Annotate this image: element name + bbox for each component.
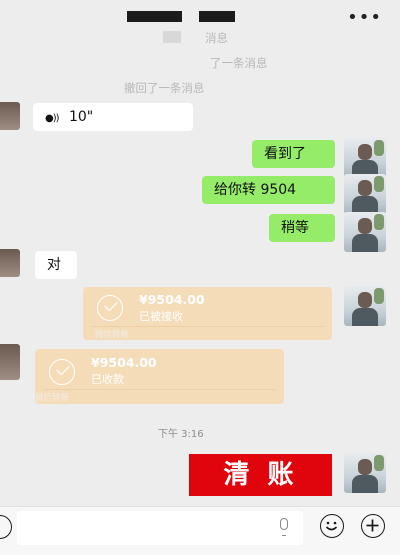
recall-notice-2: 了一条消息 <box>210 56 268 70</box>
avatar-bg <box>374 288 384 304</box>
more-options-icon[interactable]: ••• <box>347 7 382 28</box>
chat-subtitle-redacted <box>199 11 235 22</box>
transfer-card-collected[interactable]: ¥9504.00 已收款 微信转账 <box>35 349 284 404</box>
my-message-saw-it[interactable]: 看到了 <box>252 140 335 168</box>
plus-glyph <box>366 519 379 532</box>
transfer-footer: 微信转账 <box>35 393 70 403</box>
avatar-face <box>358 459 372 475</box>
my-message-transfer[interactable]: 给你转 9504 <box>202 176 335 204</box>
microphone-icon[interactable] <box>280 518 288 530</box>
voice-duration: 10" <box>68 109 94 125</box>
avatar-face <box>358 218 372 234</box>
peer-avatar[interactable] <box>0 344 20 380</box>
smiley-icon[interactable] <box>320 514 344 538</box>
sticker-image[interactable]: 清账 <box>189 454 332 496</box>
avatar-shirt <box>352 308 378 326</box>
voice-message-bubble[interactable]: ●)) 10" <box>33 103 193 131</box>
my-avatar[interactable] <box>344 174 386 214</box>
transfer-amount: ¥9504.00 <box>91 355 157 370</box>
check-circle-icon <box>49 359 75 385</box>
peer-message-ok[interactable]: 对 <box>35 251 77 279</box>
my-message-wait[interactable]: 稍等 <box>269 214 335 242</box>
avatar-shirt <box>352 475 378 493</box>
transfer-status: 已收款 <box>91 373 124 386</box>
message-input[interactable] <box>17 511 303 545</box>
avatar-bg <box>374 140 384 156</box>
voice-wave-icon: ●)) <box>45 113 59 124</box>
avatar-bg <box>374 455 384 471</box>
avatar-face <box>358 180 372 196</box>
plus-icon[interactable] <box>361 514 385 538</box>
peer-avatar[interactable] <box>0 102 20 130</box>
my-avatar[interactable] <box>344 138 386 178</box>
avatar-face <box>358 292 372 308</box>
my-avatar[interactable] <box>344 286 386 326</box>
avatar-bg <box>374 176 384 192</box>
redacted-name <box>163 31 181 43</box>
my-avatar[interactable] <box>344 212 386 252</box>
peer-avatar[interactable] <box>0 249 20 277</box>
transfer-card-received[interactable]: ¥9504.00 已被接收 微信转账 <box>83 287 332 340</box>
check-circle-icon <box>97 295 123 321</box>
smiley-face-glyph <box>325 521 338 531</box>
transfer-status: 已被接收 <box>139 310 183 323</box>
transfer-amount: ¥9504.00 <box>139 292 205 307</box>
transfer-footer: 微信转账 <box>95 330 130 340</box>
recall-notice-3: 撤回了一条消息 <box>124 81 205 95</box>
chat-title-redacted <box>127 11 182 22</box>
recall-notice-1: 消息 <box>205 31 228 45</box>
message-timestamp: 下午 3:16 <box>158 429 204 440</box>
avatar-shirt <box>352 234 378 252</box>
avatar-face <box>358 144 372 160</box>
my-avatar[interactable] <box>344 453 386 493</box>
avatar-bg <box>374 214 384 230</box>
